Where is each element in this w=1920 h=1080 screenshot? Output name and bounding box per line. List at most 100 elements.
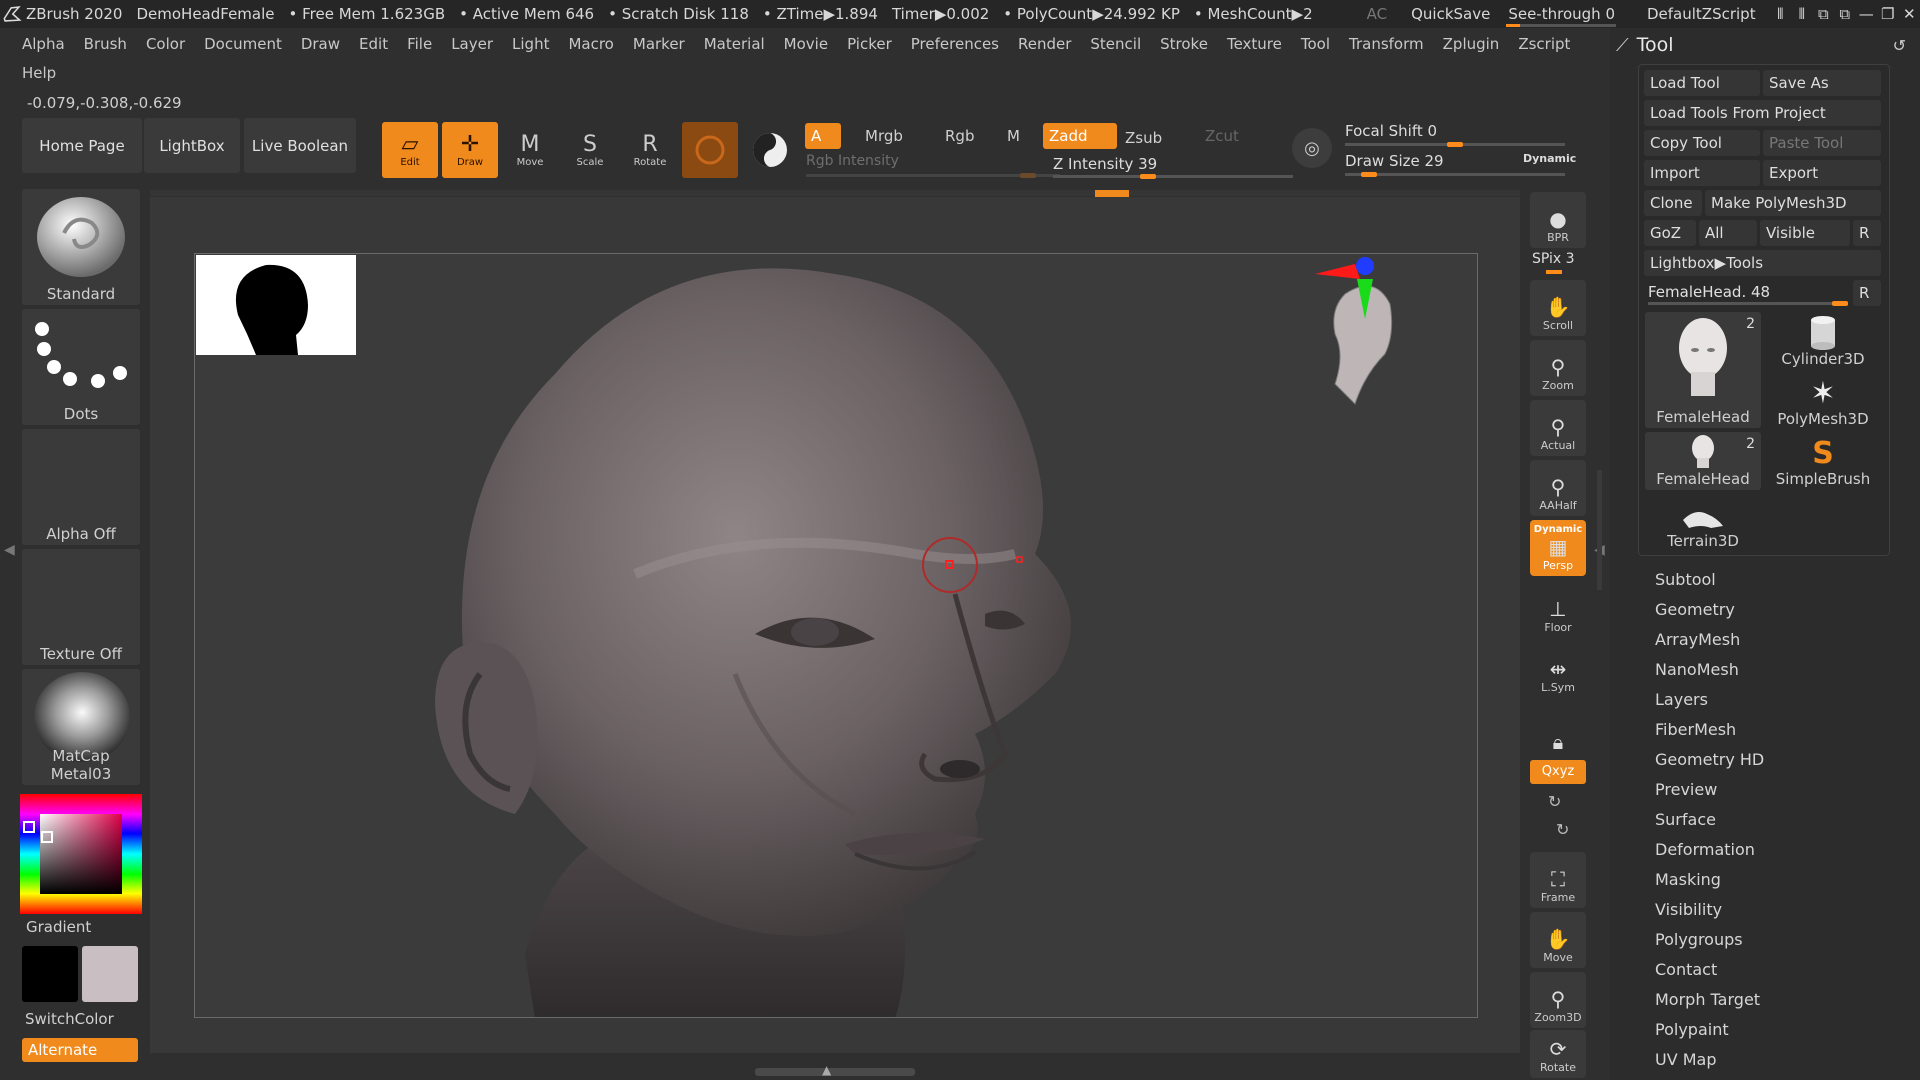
goz-all-button[interactable]: All [1699,220,1757,246]
move-mode-button[interactable]: M Move [502,122,558,178]
menu-macro[interactable]: Macro [568,35,613,53]
alternate-button[interactable]: Alternate [22,1038,138,1062]
lsym-button[interactable]: ⇹ L.Sym [1530,642,1586,698]
clone-button[interactable]: Clone [1644,190,1702,216]
rotate-mode-button[interactable]: R Rotate [622,122,678,178]
head-model-viewport[interactable] [195,254,1478,1018]
menu-zplugin[interactable]: Zplugin [1443,35,1500,53]
import-button[interactable]: Import [1644,160,1760,186]
menu-color[interactable]: Color [146,35,185,53]
spix-label[interactable]: SPix 3 [1532,251,1575,267]
brush-selector[interactable]: Standard [22,189,140,305]
alpha-selector[interactable]: Alpha Off [22,429,140,545]
zoom3d-button[interactable]: ⚲ Zoom3D [1530,972,1586,1028]
quicksave-button[interactable]: QuickSave [1411,5,1490,23]
goz-visible-button[interactable]: Visible [1760,220,1850,246]
left-dock-arrow-icon[interactable]: ◀ [4,542,15,558]
undock-right-icon[interactable]: ⧉ [1834,2,1855,26]
close-icon[interactable]: ✕ [1899,2,1920,26]
actual-button[interactable]: ⚲ Actual [1530,400,1586,456]
stroke-selector[interactable]: Dots [22,309,140,425]
m-toggle[interactable]: M [1001,123,1031,149]
zsub-toggle[interactable]: Zsub [1119,125,1193,151]
tool-tile-simplebrush[interactable]: S SimpleBrush [1765,430,1881,489]
layout-icon[interactable]: ⦀ [1770,2,1791,26]
section-geometry[interactable]: Geometry [1655,600,1735,619]
secondary-color-swatch[interactable] [82,946,138,1002]
rotate-y-icon[interactable]: ↻ [1548,792,1561,811]
menu-material[interactable]: Material [704,35,765,53]
texture-selector[interactable]: Texture Off [22,549,140,665]
menu-stroke[interactable]: Stroke [1160,35,1208,53]
rotate-view-button[interactable]: ⟳ Rotate [1530,1030,1586,1078]
menu-tool[interactable]: Tool [1301,35,1330,53]
section-surface[interactable]: Surface [1655,810,1716,829]
dynamic-size-toggle[interactable]: Dynamic [1523,152,1576,165]
menu-transform[interactable]: Transform [1349,35,1424,53]
z-intensity-knob[interactable] [1140,174,1157,179]
export-button[interactable]: Export [1763,160,1881,186]
current-brush-button[interactable] [682,122,738,178]
menu-render[interactable]: Render [1018,35,1071,53]
xyz-toggle[interactable]: Qxyz [1530,760,1586,784]
make-polymesh3d-button[interactable]: Make PolyMesh3D [1705,190,1881,216]
frame-button[interactable]: ⛶ Frame [1530,852,1586,908]
section-polypaint[interactable]: Polypaint [1655,1020,1729,1039]
draw-size-slider[interactable] [1345,173,1565,176]
section-fibermesh[interactable]: FiberMesh [1655,720,1736,739]
material-selector[interactable]: MatCap Metal03 [22,669,140,785]
goz-button[interactable]: GoZ [1644,220,1696,246]
lazymouse-icon[interactable]: ◎ [1292,128,1332,168]
switchcolor-button[interactable]: SwitchColor [25,1010,114,1028]
current-tool-slider[interactable] [1648,302,1848,305]
section-morph-target[interactable]: Morph Target [1655,990,1760,1009]
reset-icon[interactable]: ↺ [1893,36,1906,55]
menu-movie[interactable]: Movie [784,35,828,53]
current-tool-r-button[interactable]: R [1853,280,1881,306]
home-page-button[interactable]: Home Page [22,118,142,173]
rgb-intensity-knob[interactable] [1020,173,1036,178]
mrgb-toggle[interactable]: Mrgb [859,123,919,149]
gradient-label[interactable]: Gradient [26,918,91,936]
menu-light[interactable]: Light [512,35,549,53]
menu-zscript[interactable]: Zscript [1518,35,1570,53]
rotate-z-icon[interactable]: ↻ [1556,820,1569,839]
layout-alt-icon[interactable]: ⦀ [1791,2,1812,26]
zadd-toggle[interactable]: Zadd [1043,123,1117,149]
current-material-button[interactable] [742,122,798,178]
tool-pin-icon[interactable]: ⟋ [1616,35,1629,56]
bottom-scroll-handle[interactable] [755,1068,915,1076]
defaultzscript-button[interactable]: DefaultZScript [1647,5,1756,23]
spix-slider[interactable] [1546,270,1562,274]
minimize-icon[interactable]: — [1856,2,1877,26]
lightbox-button[interactable]: LightBox [144,118,240,173]
a-toggle[interactable]: A [805,123,841,149]
paste-tool-button[interactable]: Paste Tool [1763,130,1881,156]
z-intensity-slider[interactable] [1053,175,1293,178]
menu-file[interactable]: File [407,35,432,53]
move-view-button[interactable]: ✋ Move [1530,912,1586,968]
scroll-button[interactable]: ✋ Scroll [1530,280,1586,336]
section-deformation[interactable]: Deformation [1655,840,1755,859]
tool-tile-terrain3d[interactable]: Terrain3D [1645,492,1761,550]
section-masking[interactable]: Masking [1655,870,1721,889]
menu-layer[interactable]: Layer [451,35,493,53]
goz-r-button[interactable]: R [1853,220,1881,246]
menu-texture[interactable]: Texture [1227,35,1282,53]
menu-preferences[interactable]: Preferences [911,35,999,53]
copy-tool-button[interactable]: Copy Tool [1644,130,1760,156]
menu-marker[interactable]: Marker [633,35,685,53]
section-contact[interactable]: Contact [1655,960,1717,979]
document-canvas[interactable] [194,253,1478,1018]
menu-edit[interactable]: Edit [359,35,388,53]
menu-brush[interactable]: Brush [84,35,127,53]
draw-mode-button[interactable]: ✛ Draw [442,122,498,178]
menu-document[interactable]: Document [204,35,282,53]
floor-button[interactable]: ⊥ Floor [1530,582,1586,638]
menu-picker[interactable]: Picker [847,35,892,53]
section-uv-map[interactable]: UV Map [1655,1050,1717,1069]
persp-button[interactable]: Dynamic ▦ Persp [1530,520,1586,576]
undock-left-icon[interactable]: ⧉ [1813,2,1834,26]
tool-tile-polymesh3d[interactable]: ✶ PolyMesh3D [1765,370,1881,429]
rgb-toggle[interactable]: Rgb [939,123,999,149]
